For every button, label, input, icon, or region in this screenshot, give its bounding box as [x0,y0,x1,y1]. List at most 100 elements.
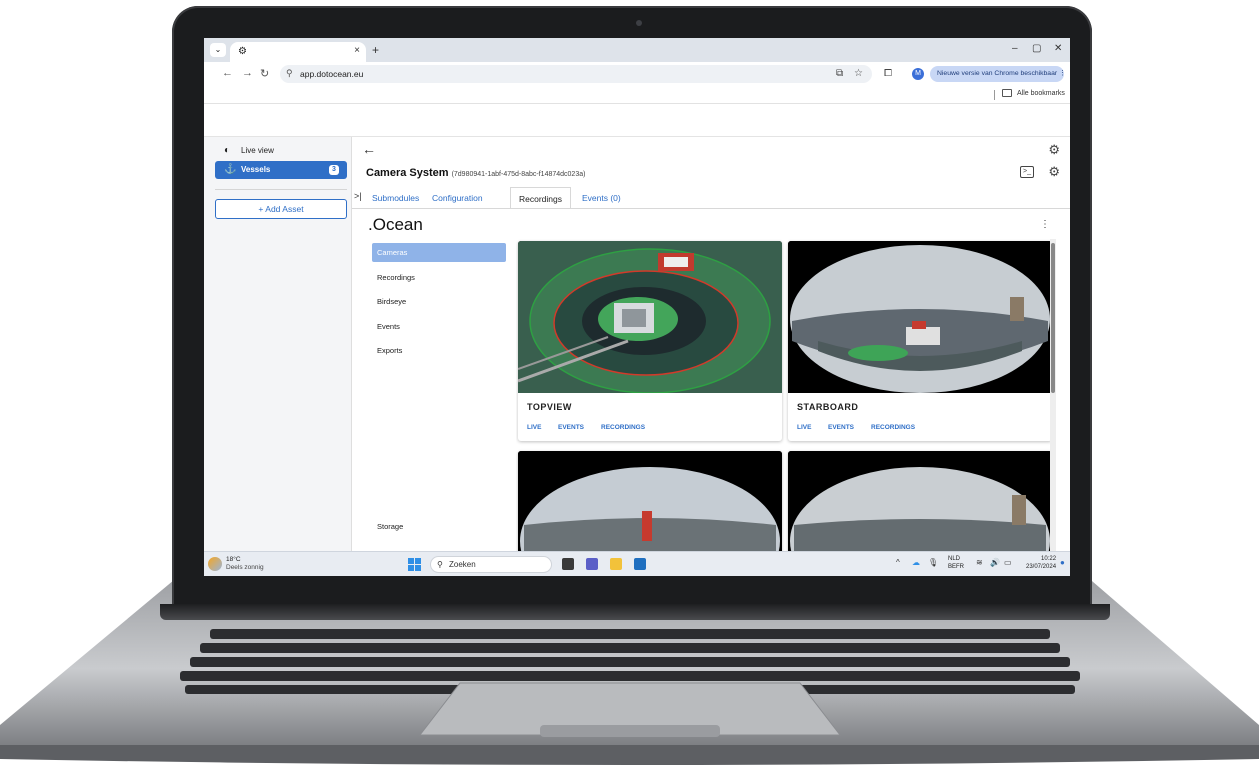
restore-icon[interactable]: ▢ [1032,43,1041,54]
window-close-icon[interactable]: ✕ [1054,43,1062,54]
screen: ⌄ ⚙ × + – ▢ ✕ ← → ↻ ⚲ app.dotocean.eu ⧉ … [204,38,1070,576]
back-icon[interactable]: ← [222,67,233,79]
microphone-icon[interactable]: 🎙 [928,558,938,567]
vessel-icon: ⚓ [224,164,237,175]
camera-title-topview: TOPVIEW [527,402,572,412]
volume-icon[interactable]: 🔊 [990,558,1000,567]
search-placeholder: Zoeken [449,560,476,569]
weather-temperature: 18°C [226,556,241,563]
tray-overflow-icon[interactable]: ^ [896,558,900,567]
camera-card-starboard[interactable]: STARBOARD LIVE EVENTS RECORDINGS [788,241,1052,441]
app-top-band [204,104,1070,137]
nav-events[interactable]: Events [372,317,506,336]
nav-birdseye[interactable]: Birdseye [372,292,506,311]
clock-date: 23/07/2024 [1026,564,1057,570]
collapse-panel-icon[interactable]: >| [354,191,362,201]
nav-exports[interactable]: Exports [372,341,506,360]
site-info-icon[interactable]: ⚲ [286,68,293,79]
topview-live-link[interactable]: LIVE [527,424,541,431]
reload-icon[interactable]: ↻ [260,67,269,80]
all-bookmarks-link[interactable]: Alle bookmarks [1017,90,1065,97]
camera-card-3[interactable] [518,451,782,551]
camera-feed-3[interactable] [518,451,782,551]
bookmarks-divider [994,90,995,100]
nav-storage[interactable]: Storage [372,517,506,536]
add-asset-button[interactable]: + Add Asset [215,199,347,219]
tab-events[interactable]: Events (0) [582,187,621,209]
onedrive-icon[interactable]: ☁ [912,558,920,567]
ocean-nav: Cameras Recordings Birdseye Events Expor… [368,241,508,551]
profile-avatar[interactable]: M [912,68,924,80]
ocean-logo: .Ocean [368,215,423,234]
camera-card-4[interactable] [788,451,1052,551]
page-title-text: Camera System [366,167,449,179]
starboard-live-link[interactable]: LIVE [797,424,811,431]
teams-icon[interactable] [586,558,598,570]
camera-card-topview[interactable]: TOPVIEW LIVE EVENTS RECORDINGS [518,241,782,441]
file-explorer-icon[interactable] [610,558,622,570]
translate-icon[interactable]: ⧉ [836,68,843,79]
clock-time: 10:22 [1041,556,1057,562]
battery-icon[interactable]: ▭ [1004,558,1012,567]
search-icon: ⚲ [437,560,443,569]
store-icon[interactable] [634,558,646,570]
camera-feed-4[interactable] [788,451,1052,551]
tab-recordings[interactable]: Recordings [510,187,571,209]
windows-taskbar: 18°C Deels zonnig ⚲ Zoeken ^ ☁ 🎙 NLD BEF… [204,551,1070,576]
globe-icon: ◐ [224,145,231,156]
windows-start-icon[interactable] [408,558,421,571]
url-text: app.dotocean.eu [300,69,364,79]
bookmarks-bar: Alle bookmarks [204,86,1070,104]
input-language[interactable]: NLD BEFR [948,555,964,571]
main-content: ← ⚙ Camera System (7d980941-1abf-475d-8ab… [352,137,1070,551]
page-title: Camera System (7d980941-1abf-475d-8abc-f1… [366,167,585,179]
sidebar-item-label: Vessels [241,165,271,174]
starboard-events-link[interactable]: EVENTS [828,424,854,431]
sidebar-item-label: Live view [241,146,274,155]
browser-tab[interactable]: ⚙ × [230,42,366,62]
new-tab-button[interactable]: + [372,43,379,57]
starboard-camera-feed[interactable] [788,241,1052,393]
update-label: Nieuwe versie van Chrome beschikbaar [937,70,1058,77]
extensions-icon[interactable]: ⧠ [884,68,892,79]
vessels-count-badge: 3 [329,165,339,175]
tab-search-button[interactable]: ⌄ [210,43,226,57]
browser-tabstrip: ⌄ ⚙ × + – ▢ ✕ [204,38,1070,62]
language-code: NLD [948,556,961,562]
terminal-icon[interactable]: >_ [1020,166,1034,178]
clock[interactable]: 10:22 23/07/2024 [1026,555,1056,571]
browser-toolbar: ← → ↻ ⚲ app.dotocean.eu ⧉ ☆ ⧠ M Nieuwe v… [204,62,1070,86]
address-bar[interactable]: ⚲ app.dotocean.eu [280,65,872,83]
starboard-recordings-link[interactable]: RECORDINGS [871,424,915,431]
more-menu-icon[interactable]: ⋮ [1040,219,1050,230]
taskbar-search-input[interactable]: ⚲ Zoeken [430,556,552,573]
tab-configuration[interactable]: Configuration [432,187,483,209]
sidebar: ◐ Live view ⚓ Vessels 3 + Add Asset [204,137,352,551]
chrome-update-button[interactable]: Nieuwe versie van Chrome beschikbaar ⋮ [930,66,1066,82]
minimize-icon[interactable]: – [1012,43,1018,54]
sidebar-item-vessels[interactable]: ⚓ Vessels 3 [215,161,347,179]
camera-grid-scrollbar[interactable] [1050,239,1056,551]
wifi-icon[interactable]: ≋ [976,558,983,567]
asset-id: (7d980941-1abf-475d-8abc-f14874dc023a) [451,171,586,178]
tab-close-icon[interactable]: × [354,45,360,56]
webcam [636,20,642,26]
scrollbar-thumb[interactable] [1051,243,1055,393]
nav-recordings[interactable]: Recordings [372,268,506,287]
nav-cameras[interactable]: Cameras [372,243,506,262]
tabs-divider [352,208,1070,209]
settings-gear-icon[interactable]: ⚙ [1048,164,1060,180]
back-arrow-icon[interactable]: ← [362,141,376,157]
tab-submodules[interactable]: Submodules [372,187,419,209]
topview-recordings-link[interactable]: RECORDINGS [601,424,645,431]
topview-camera-feed[interactable] [518,241,782,394]
topview-events-link[interactable]: EVENTS [558,424,584,431]
gear-icon[interactable]: ⚙ [1048,142,1060,158]
notification-bell-icon[interactable]: ● [1060,558,1065,567]
bookmark-star-icon[interactable]: ☆ [854,68,863,79]
forward-icon[interactable]: → [242,67,253,79]
sidebar-item-live-view[interactable]: ◐ Live view [215,142,347,160]
weather-icon[interactable] [208,557,222,571]
ocean-frame: .Ocean ⋮ Cameras Recordings Birdseye Eve… [366,213,1056,551]
task-view-icon[interactable] [562,558,574,570]
